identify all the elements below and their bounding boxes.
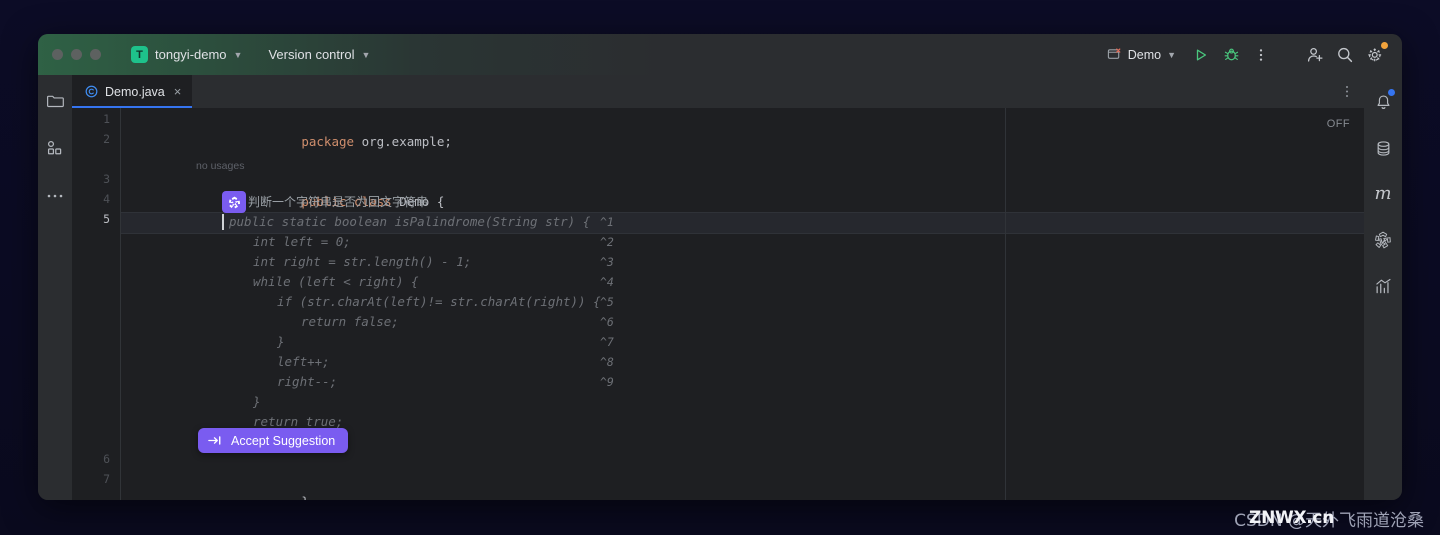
settings-button[interactable] [1360, 40, 1390, 70]
code-line: } [196, 472, 309, 500]
settings-notification-dot [1381, 41, 1388, 49]
screenshot-root: T tongyi-demo ▼ Version control ▼ Demo ▼ [0, 0, 1440, 535]
text-caret [222, 214, 224, 230]
ide-body: Demo.java × 1 2 3 4 5 6 7 OFF package or… [38, 75, 1402, 500]
sidebar-item-project[interactable] [42, 87, 68, 113]
tongyi-lingma-icon[interactable] [222, 191, 246, 213]
database-icon [1377, 140, 1389, 156]
code-token: org.example; [354, 134, 452, 149]
java-class-icon [85, 85, 98, 98]
suggestion-line-hint: ^8 [600, 355, 614, 369]
ghost-suggestion-line: right--; [277, 374, 338, 389]
code-line: public class Demo { [196, 172, 444, 209]
sidebar-item-profiler[interactable] [1370, 273, 1396, 299]
editor-column: Demo.java × 1 2 3 4 5 6 7 OFF package or… [72, 75, 1364, 500]
search-icon [1338, 47, 1353, 62]
suggestion-line-hint: ^9 [600, 375, 614, 389]
ghost-suggestion-line: left++; [277, 354, 330, 369]
ghost-suggestion-line: int right = str.length() - 1; [253, 254, 472, 269]
debug-icon [1224, 48, 1238, 61]
watermark-overlay: ZNWX.cn [1249, 508, 1334, 528]
version-control-menu[interactable]: Version control ▼ [268, 47, 370, 62]
notifications-badge-dot [1388, 89, 1395, 96]
folder-icon [46, 95, 64, 107]
editor-tab-bar: Demo.java × [72, 75, 1364, 108]
suggestion-line-hint: ^5 [600, 295, 614, 309]
sidebar-item-maven[interactable]: m [1370, 181, 1396, 207]
debug-button[interactable] [1216, 40, 1246, 70]
tab-bar-spacer [192, 75, 1330, 108]
suggestion-line-hint: ^7 [600, 335, 614, 349]
right-tool-stripe: m [1364, 75, 1402, 500]
title-bar-actions: Demo ▼ [1107, 34, 1402, 75]
search-button[interactable] [1330, 40, 1360, 70]
run-icon [1196, 49, 1207, 60]
run-configuration-selector[interactable]: Demo ▼ [1107, 47, 1176, 62]
accept-suggestion-label: Accept Suggestion [231, 433, 336, 448]
ide-window: T tongyi-demo ▼ Version control ▼ Demo ▼ [38, 34, 1402, 500]
run-button[interactable] [1186, 40, 1216, 70]
code-editor[interactable]: 1 2 3 4 5 6 7 OFF package org.example; n… [72, 108, 1364, 500]
sidebar-item-more[interactable] [42, 183, 68, 209]
sidebar-item-notifications[interactable] [1370, 89, 1396, 115]
run-config-icon [1107, 48, 1121, 59]
project-selector[interactable]: T tongyi-demo ▼ [127, 44, 246, 65]
ghost-suggestion-line: return false; [301, 314, 399, 329]
tab-options-button[interactable] [1330, 75, 1364, 108]
tongyi-logo-glyph [228, 196, 240, 208]
version-control-label: Version control [268, 47, 355, 62]
tongyi-lingma-icon [1375, 231, 1391, 249]
project-badge: T [131, 46, 148, 63]
suggestion-line-hint: ^2 [600, 235, 614, 249]
ghost-suggestion-line: } [253, 394, 261, 409]
chevron-down-icon: ▼ [361, 50, 371, 60]
window-minimize-button[interactable] [71, 49, 82, 60]
sidebar-item-tongyi-lingma[interactable] [1370, 227, 1396, 253]
add-user-icon [1307, 47, 1323, 62]
title-bar: T tongyi-demo ▼ Version control ▼ Demo ▼ [38, 34, 1402, 75]
ghost-suggestion-line: } [277, 334, 285, 349]
more-options-button[interactable] [1246, 40, 1276, 70]
code-line: package org.example; [196, 112, 452, 149]
project-name-label: tongyi-demo [155, 47, 227, 62]
ghost-suggestion-line: int left = 0; [253, 234, 351, 249]
run-config-label: Demo [1127, 47, 1162, 62]
window-maximize-button[interactable] [90, 49, 101, 60]
ai-comment-text: 判断一个字符串是否为回文字符串 [248, 195, 429, 209]
suggestion-line-hint: ^6 [600, 315, 614, 329]
ai-comment-row: 判断一个字符串是否为回文字符串 [222, 191, 429, 213]
ghost-suggestion-line: while (left < right) { [253, 274, 419, 289]
add-user-button[interactable] [1300, 40, 1330, 70]
window-controls[interactable] [52, 49, 101, 60]
tab-key-icon [208, 436, 221, 445]
tab-close-icon[interactable]: × [174, 85, 182, 98]
structure-icon [47, 140, 62, 155]
more-tool-windows-icon [47, 194, 63, 198]
suggestion-line-hint: ^3 [600, 255, 614, 269]
sidebar-item-database[interactable] [1370, 135, 1396, 161]
suggestion-line-hint: ^1 [600, 215, 614, 229]
profiler-icon [1375, 278, 1391, 293]
code-content: package org.example; no usages public cl… [72, 108, 1364, 500]
left-tool-stripe [38, 75, 72, 500]
tab-demo-java[interactable]: Demo.java × [72, 75, 193, 108]
maven-glyph: m [1374, 183, 1392, 204]
ghost-suggestion-line: if (str.charAt(left)!= str.charAt(right)… [277, 294, 601, 309]
ghost-suggestion-line: public static boolean isPalindrome(Strin… [229, 214, 591, 229]
sidebar-item-commit[interactable] [42, 135, 68, 161]
tab-options-icon [1345, 85, 1349, 98]
accept-suggestion-button[interactable]: Accept Suggestion [198, 428, 349, 453]
code-token: package [301, 134, 355, 149]
chevron-down-icon: ▼ [1167, 50, 1176, 60]
chevron-down-icon: ▼ [233, 50, 243, 60]
window-close-button[interactable] [52, 49, 63, 60]
suggestion-line-hint: ^4 [600, 275, 614, 289]
more-options-icon [1259, 48, 1263, 61]
code-token: } [301, 494, 309, 500]
tab-label: Demo.java [105, 84, 165, 99]
